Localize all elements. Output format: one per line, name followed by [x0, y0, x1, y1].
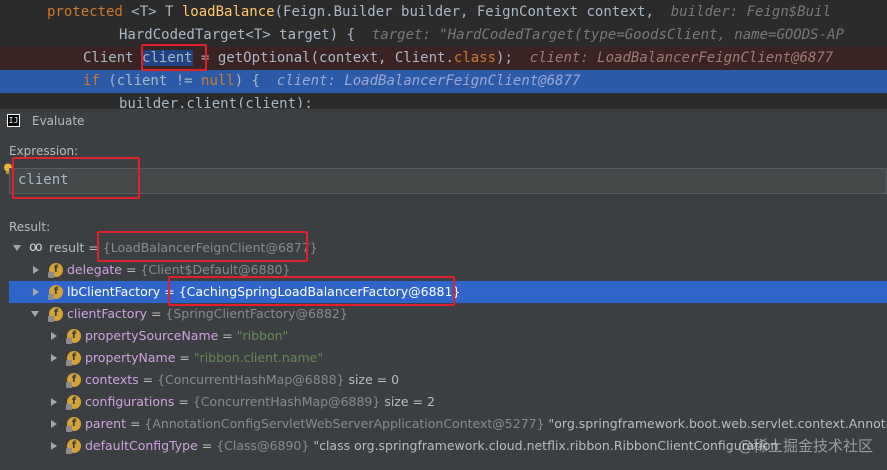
variable-name: contexts: [85, 372, 139, 387]
field-icon: f: [66, 395, 81, 410]
equals-sign: =: [147, 306, 166, 321]
code-text: (Feign.Builder builder, FeignContext con…: [274, 4, 654, 20]
keyword: protected: [47, 4, 123, 20]
field-icon: f: [48, 307, 63, 322]
code-text: ) {: [234, 73, 261, 89]
code-line-5: builder.client(client);: [0, 93, 887, 108]
code-line-3: Client client = getOptional(context, Cli…: [0, 47, 887, 70]
equals-sign: =: [174, 394, 193, 409]
chevron-down-icon[interactable]: [31, 311, 39, 317]
variable-name: result: [49, 240, 85, 255]
watch-icon: oo: [29, 240, 43, 255]
variable-name: propertySourceName: [85, 328, 219, 343]
code-text: (client !=: [99, 73, 202, 89]
equals-sign: =: [218, 328, 237, 343]
variable-extra: "class org.springframework.cloud.netflix…: [309, 438, 779, 453]
field-icon: f: [48, 285, 63, 300]
variable-value: {CachingSpringLoadBalancerFactory@6881}: [178, 284, 461, 299]
variable-name: propertyName: [85, 350, 176, 365]
equals-sign: =: [138, 372, 158, 387]
field-icon: f: [48, 263, 63, 278]
code-text: );: [496, 50, 513, 66]
result-label: Result:: [9, 220, 51, 234]
chevron-right-icon[interactable]: [51, 420, 57, 428]
chevron-right-icon[interactable]: [33, 266, 39, 274]
field-icon: f: [66, 439, 81, 454]
code-text: builder.client(client);: [119, 96, 313, 108]
code-line-1: protected <T> T loadBalance(Feign.Builde…: [0, 1, 887, 24]
variable-extra: size = 0: [344, 372, 400, 387]
tree-row-propertyname[interactable]: f propertyName = "ribbon.client.name": [9, 347, 887, 369]
code-line-2: HardCodedTarget<T> target) { target: "Ha…: [0, 24, 887, 47]
field-icon: f: [66, 329, 81, 344]
variable-value: {ConcurrentHashMap@6889}: [192, 394, 381, 409]
chevron-right-icon[interactable]: [51, 442, 57, 450]
chevron-right-icon[interactable]: [51, 332, 57, 340]
tree-row-propertysourcename[interactable]: f propertySourceName = "ribbon": [9, 325, 887, 347]
evaluate-title-bar[interactable]: IJ Evaluate: [0, 108, 887, 132]
keyword: if: [83, 73, 100, 89]
code-text: = getOptional(context, Client.: [192, 50, 454, 66]
equals-sign: =: [125, 416, 145, 431]
dialog-title: Evaluate: [32, 113, 85, 128]
watermark: @稀土掘金技术社区: [737, 437, 873, 455]
variable-value: {Class@6890}: [216, 438, 310, 453]
chevron-right-icon[interactable]: [33, 288, 39, 296]
selected-variable[interactable]: client: [142, 50, 193, 66]
inline-debug-hint: target: "HardCodedTarget(type=GoodsClien…: [371, 27, 844, 43]
code-editor[interactable]: protected <T> T loadBalance(Feign.Builde…: [0, 0, 887, 108]
tree-row-parent[interactable]: f parent = {AnnotationConfigServletWebSe…: [9, 413, 887, 435]
keyword: null: [201, 73, 235, 89]
chevron-down-icon[interactable]: [13, 245, 21, 251]
code-text: <T> T: [122, 4, 182, 20]
code-text: HardCodedTarget<T> target) {: [119, 27, 356, 43]
chevron-right-icon[interactable]: [51, 398, 57, 406]
variable-extra: size = 2: [380, 394, 435, 409]
tree-row-clientfactory[interactable]: f clientFactory = {SpringClientFactory@6…: [9, 303, 887, 325]
variable-value: "ribbon": [236, 328, 289, 343]
expression-input[interactable]: client: [9, 168, 887, 194]
variable-name: clientFactory: [67, 306, 147, 321]
variable-value: {SpringClientFactory@6882}: [165, 306, 348, 321]
tree-row-result[interactable]: oo result = {LoadBalancerFeignClient@687…: [9, 237, 887, 259]
intellij-app-icon: IJ: [7, 114, 20, 127]
field-icon: f: [66, 373, 81, 388]
variable-name: delegate: [67, 262, 122, 277]
expression-value: client: [18, 172, 69, 188]
variable-extra: "org.springframework.boot.web.servlet.co…: [544, 416, 887, 431]
variable-value: {AnnotationConfigServletWebServerApplica…: [144, 416, 545, 431]
method-name: loadBalance: [181, 4, 275, 20]
variable-name: lbClientFactory: [67, 284, 161, 299]
variable-value: {LoadBalancerFeignClient@6877}: [102, 240, 318, 255]
keyword: class: [453, 50, 497, 66]
variable-value: {Client$Default@6880}: [140, 262, 291, 277]
code-text: Client: [83, 50, 143, 66]
tree-row-delegate[interactable]: f delegate = {Client$Default@6880}: [9, 259, 887, 281]
tree-row-lbclientfactory[interactable]: f lbClientFactory = {CachingSpringLoadBa…: [9, 281, 887, 303]
equals-sign: =: [84, 240, 103, 255]
equals-sign: =: [160, 284, 179, 299]
variable-value: {ConcurrentHashMap@6888}: [157, 372, 345, 387]
inline-debug-hint: client: LoadBalancerFeignClient@6877: [529, 50, 834, 66]
tree-row-contexts[interactable]: f contexts = {ConcurrentHashMap@6888} si…: [9, 369, 887, 391]
equals-sign: =: [121, 262, 141, 277]
code-line-4-current: if (client != null) { client: LoadBalanc…: [0, 70, 887, 93]
variable-name: parent: [85, 416, 126, 431]
equals-sign: =: [197, 438, 217, 453]
variable-name: configurations: [85, 394, 175, 409]
equals-sign: =: [175, 350, 194, 365]
field-icon: f: [66, 417, 81, 432]
expression-label: Expression:: [9, 144, 79, 158]
variable-value: "ribbon.client.name": [193, 350, 324, 365]
inline-debug-hint: client: LoadBalancerFeignClient@6877: [276, 73, 581, 89]
chevron-right-icon[interactable]: [51, 354, 57, 362]
variable-name: defaultConfigType: [85, 438, 198, 453]
tree-row-configurations[interactable]: f configurations = {ConcurrentHashMap@68…: [9, 391, 887, 413]
field-icon: f: [66, 351, 81, 366]
inline-debug-hint: builder: Feign$Buil: [670, 4, 831, 20]
